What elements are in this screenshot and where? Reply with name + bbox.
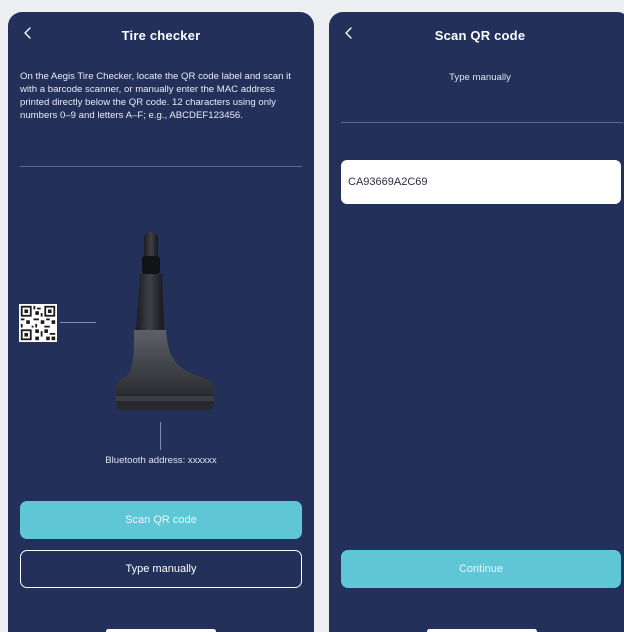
tire-checker-device-image [114,232,216,410]
screenshot-canvas: Tire checker On the Aegis Tire Checker, … [0,0,624,632]
mac-address-input[interactable]: CA93669A2C69 [341,160,621,204]
bluetooth-callout-line [160,422,161,450]
scan-qr-code-button[interactable]: Scan QR code [20,501,302,539]
divider [341,122,623,123]
qr-callout-line [60,322,96,323]
type-manually-subtitle: Type manually [449,72,511,83]
instructions-text: On the Aegis Tire Checker, locate the QR… [20,71,291,121]
page-title: Scan QR code [434,28,526,43]
qr-code-image [19,304,57,342]
page-title: Tire checker [121,28,201,43]
type-manually-button[interactable]: Type manually [20,550,302,588]
divider [20,166,302,167]
scan-qr-code-screen: Scan QR code Type manually CA93669A2C69 … [329,12,624,632]
tire-checker-screen: Tire checker On the Aegis Tire Checker, … [8,12,314,632]
bluetooth-address-label: Bluetooth address: xxxxxx [105,455,217,466]
continue-button[interactable]: Continue [341,550,621,588]
